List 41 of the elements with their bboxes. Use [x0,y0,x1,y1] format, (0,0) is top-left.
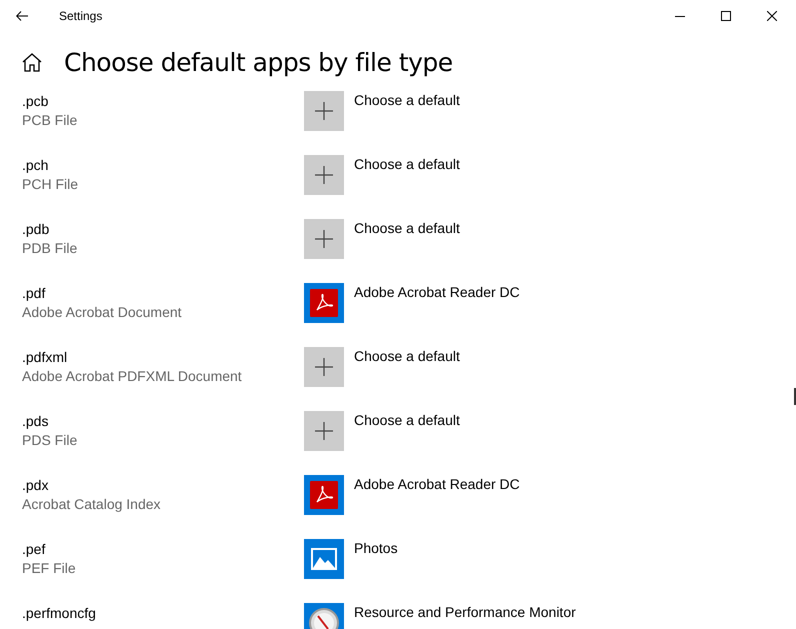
file-extension: .pdfxml [22,348,68,367]
plus-icon [304,347,344,387]
file-extension: .pds [22,412,50,431]
file-extension: .pef [22,540,46,559]
page-title: Choose default apps by file type [64,48,453,76]
file-type-description: PDB File [22,239,78,258]
pdf-reader-icon [304,475,344,515]
default-app-button[interactable]: Photos [304,539,398,579]
file-extension: .pch [22,156,50,175]
file-type-description: Acrobat Catalog Index [22,495,162,514]
file-type-description: PCB File [22,111,78,130]
maximize-icon [721,11,731,21]
scroll-indicator [794,388,796,405]
back-arrow-icon [16,11,28,21]
file-extension: .pdb [22,220,50,239]
home-icon[interactable] [22,52,42,72]
file-extension: .pcb [22,92,50,111]
file-type-description: Adobe Acrobat PDFXML Document [22,367,243,386]
file-type-description: PCH File [22,175,80,194]
default-app-button[interactable]: Choose a default [304,347,460,387]
default-app-button[interactable]: Choose a default [304,155,460,195]
plus-icon [304,219,344,259]
file-extension: .perfmoncfg [22,604,97,623]
file-type-description: PEF File [22,559,77,578]
default-app-button[interactable]: Adobe Acrobat Reader DC [304,283,520,323]
mountain-picture-icon [304,539,344,579]
default-app-button[interactable]: Choose a default [304,411,460,451]
plus-icon [304,155,344,195]
plus-icon [304,411,344,451]
default-app-button[interactable]: Choose a default [304,219,460,259]
window-title: Settings [59,9,104,23]
default-app-button[interactable]: Resource and Performance Monitor [304,603,576,629]
file-type-description: PDS File [22,431,78,450]
file-extension: .pdf [22,284,46,303]
default-app-button[interactable]: Choose a default [304,91,460,131]
close-icon [767,11,777,21]
pdf-reader-icon [304,283,344,323]
plus-icon [304,91,344,131]
default-app-button[interactable]: Adobe Acrobat Reader DC [304,475,520,515]
file-extension: .pdx [22,476,50,495]
file-type-description: Adobe Acrobat Document [22,303,183,322]
